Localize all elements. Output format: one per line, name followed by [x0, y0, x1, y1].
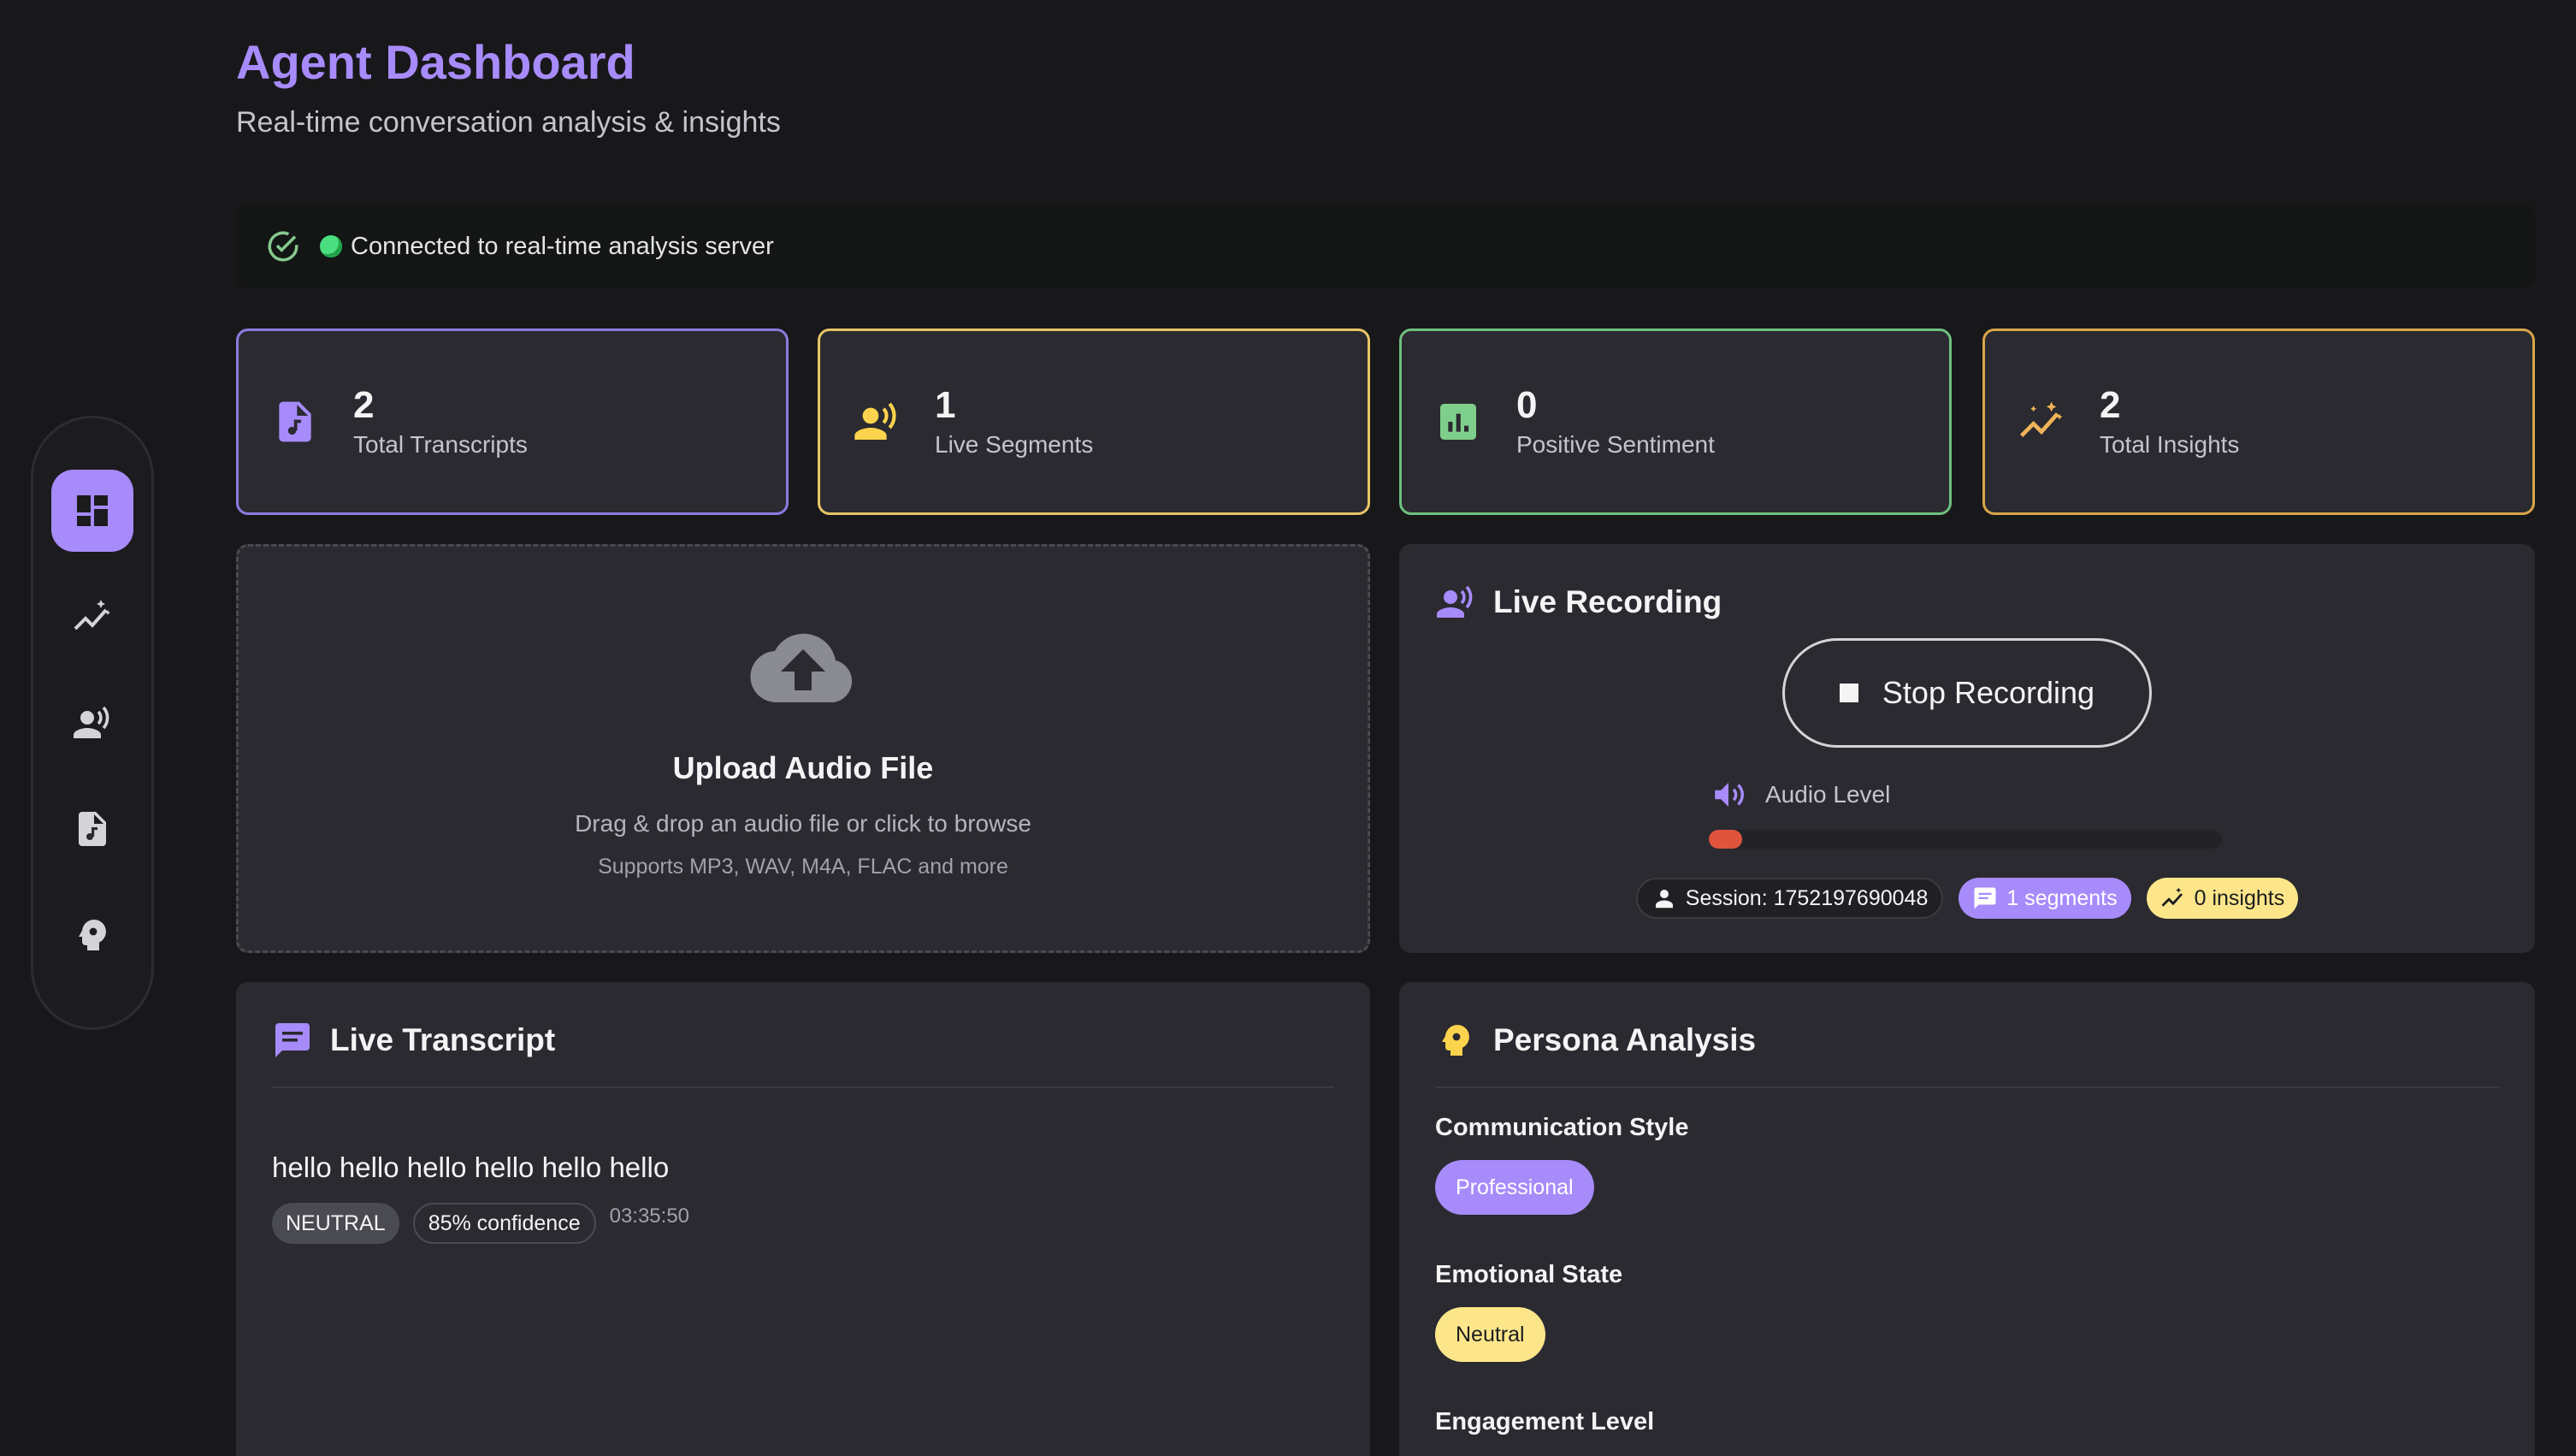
message-icon: [275, 1023, 310, 1057]
live-transcript-card: Live Transcript hello hello hello hello …: [236, 982, 1370, 1456]
audio-level-label-row: Audio Level: [1710, 777, 1890, 813]
stat-label: Live Segments: [935, 431, 1094, 459]
page-subtitle: Real-time conversation analysis & insigh…: [236, 106, 781, 139]
upload-supported-formats: Supports MP3, WAV, M4A, FLAC and more: [598, 855, 1008, 879]
stat-label: Total Transcripts: [353, 431, 528, 459]
stat-card-total-insights: 2 Total Insights: [1982, 328, 2535, 515]
session-chip: Session: 1752197690048: [1635, 878, 1944, 919]
stat-value: 1: [935, 383, 956, 426]
upload-title: Upload Audio File: [672, 750, 934, 785]
stat-label: Positive Sentiment: [1516, 431, 1715, 459]
speaker-icon: [74, 706, 109, 738]
stop-icon: [1839, 684, 1858, 702]
audio-level-fill: [1709, 830, 1742, 849]
stat-card-total-transcripts: 2 Total Transcripts: [236, 328, 789, 515]
persona-analysis-card: Persona Analysis Communication Style Pro…: [1399, 982, 2535, 1456]
persona-analysis-header: Persona Analysis: [1435, 1020, 1756, 1061]
cloud-upload-icon: [750, 633, 853, 703]
sidebar-nav: [31, 416, 154, 1030]
live-recording-card: Live Recording Stop Recording Audio Leve…: [1399, 544, 2535, 953]
connection-status-text: Connected to real-time analysis server: [351, 232, 774, 260]
audio-file-icon: [79, 812, 106, 846]
communication-style-badge: Professional: [1435, 1160, 1594, 1215]
live-transcript-header: Live Transcript: [272, 1020, 555, 1061]
session-label: Session: 1752197690048: [1685, 885, 1929, 910]
transcript-divider: [272, 1086, 1334, 1088]
stat-card-live-segments: 1 Live Segments: [818, 328, 1370, 515]
nav-item-audio-file[interactable]: [51, 788, 133, 870]
stat-value: 0: [1516, 383, 1538, 426]
nav-item-speaker[interactable]: [51, 682, 133, 764]
persona-icon: [1442, 1025, 1469, 1056]
audio-file-icon: [279, 401, 311, 442]
volume-icon: [1715, 783, 1744, 807]
persona-icon: [79, 920, 106, 950]
stat-card-positive-sentiment: 0 Positive Sentiment: [1399, 328, 1952, 515]
persona-divider: [1435, 1086, 2499, 1088]
insights-icon: [74, 600, 110, 630]
speaker-icon: [1437, 585, 1473, 618]
communication-style-label: Communication Style: [1435, 1114, 1689, 1141]
audio-level-meter: [1709, 830, 2222, 849]
nav-item-insights[interactable]: [51, 576, 133, 658]
live-recording-title: Live Recording: [1493, 584, 1722, 619]
audio-level-label: Audio Level: [1765, 781, 1891, 808]
upload-description: Drag & drop an audio file or click to br…: [575, 810, 1031, 837]
stat-value: 2: [353, 383, 375, 426]
insights-label: 0 insights: [2194, 885, 2285, 910]
upload-dropzone[interactable]: Upload Audio File Drag & drop an audio f…: [236, 544, 1370, 953]
confidence-badge: 85% confidence: [412, 1203, 596, 1244]
engagement-level-label: Engagement Level: [1435, 1408, 1655, 1435]
segment-timestamp: 03:35:50: [609, 1204, 690, 1228]
live-transcript-title: Live Transcript: [330, 1022, 556, 1057]
person-icon: [1655, 890, 1673, 909]
stat-value: 2: [2100, 383, 2121, 426]
stop-recording-label: Stop Recording: [1882, 675, 2095, 710]
recording-chips: Session: 1752197690048 1 segments 0 insi…: [1399, 878, 2535, 919]
insights-chip: 0 insights: [2146, 878, 2299, 919]
persona-analysis-title: Persona Analysis: [1493, 1022, 1757, 1057]
page-title: Agent Dashboard: [236, 35, 635, 89]
nav-item-dashboard[interactable]: [51, 470, 133, 552]
transcript-segment-text: hello hello hello hello hello hello: [272, 1151, 670, 1183]
segments-chip: 1 segments: [1959, 878, 2131, 919]
segments-label: 1 segments: [2006, 885, 2118, 910]
emotional-state-badge: Neutral: [1435, 1307, 1545, 1362]
transcript-segment-meta: NEUTRAL 85% confidence 03:35:50: [272, 1203, 689, 1244]
insights-icon: [2161, 887, 2183, 907]
check-circle-icon: [268, 231, 298, 262]
status-dot-icon: [320, 235, 342, 257]
chart-icon: [1440, 404, 1476, 440]
message-icon: [1974, 887, 1996, 909]
stat-label: Total Insights: [2100, 431, 2240, 459]
dashboard-icon: [77, 495, 108, 526]
stop-recording-button[interactable]: Stop Recording: [1782, 638, 2152, 748]
live-recording-header: Live Recording: [1435, 582, 1722, 623]
connection-alert: Connected to real-time analysis server: [236, 205, 2535, 287]
speaker-icon: [854, 402, 896, 440]
nav-item-persona[interactable]: [51, 894, 133, 976]
emotional-state-label: Emotional State: [1435, 1261, 1623, 1288]
insights-icon: [2020, 401, 2063, 437]
sentiment-badge: NEUTRAL: [272, 1203, 399, 1244]
